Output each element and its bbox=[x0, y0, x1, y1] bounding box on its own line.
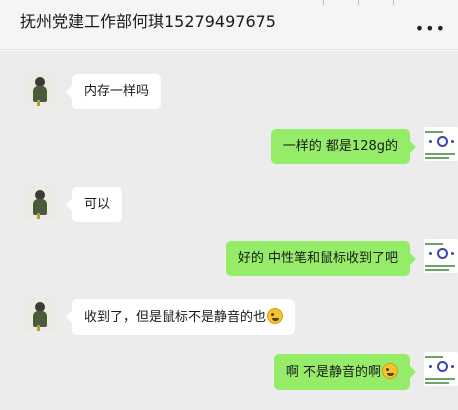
message-list[interactable]: 内存一样吗 一样的 都是128g的 可以 好的 中性笔和鼠标收到了吧 收到了，但… bbox=[0, 51, 458, 410]
more-dots-icon[interactable]: ••• bbox=[415, 21, 446, 37]
message-text: 啊 不是静音的啊 bbox=[285, 365, 381, 380]
sent-message-bubble[interactable]: 啊 不是静音的啊 bbox=[273, 354, 417, 390]
chat-header: 抚州党建工作部何琪15279497675 ••• bbox=[0, 0, 458, 50]
contact-avatar[interactable] bbox=[23, 297, 57, 331]
my-avatar[interactable] bbox=[424, 239, 458, 273]
received-message-bubble[interactable]: 收到了，但是鼠标不是静音的也 bbox=[65, 299, 296, 335]
contact-avatar[interactable] bbox=[23, 72, 57, 106]
laughing-crying-emoji-icon bbox=[382, 363, 398, 379]
my-avatar[interactable] bbox=[424, 352, 458, 386]
received-message-bubble[interactable]: 可以 bbox=[65, 187, 123, 222]
sent-message-bubble[interactable]: 一样的 都是128g的 bbox=[270, 129, 417, 164]
chat-title: 抚州党建工作部何琪15279497675 bbox=[20, 12, 276, 31]
my-avatar[interactable] bbox=[424, 127, 458, 161]
message-text: 好的 中性笔和鼠标收到了吧 bbox=[237, 251, 398, 266]
message-text: 收到了，但是鼠标不是静音的也 bbox=[84, 310, 267, 325]
window-edge-tick bbox=[393, 0, 394, 5]
message-text: 可以 bbox=[84, 197, 111, 212]
contact-avatar[interactable] bbox=[23, 185, 57, 219]
window-edge-tick bbox=[323, 0, 324, 5]
received-message-bubble[interactable]: 内存一样吗 bbox=[65, 74, 162, 109]
window-edge-tick bbox=[358, 0, 359, 5]
laughing-crying-emoji-icon bbox=[267, 308, 284, 324]
sent-message-bubble[interactable]: 好的 中性笔和鼠标收到了吧 bbox=[225, 241, 417, 276]
message-text: 一样的 都是128g的 bbox=[282, 139, 398, 154]
message-text: 内存一样吗 bbox=[84, 84, 150, 99]
